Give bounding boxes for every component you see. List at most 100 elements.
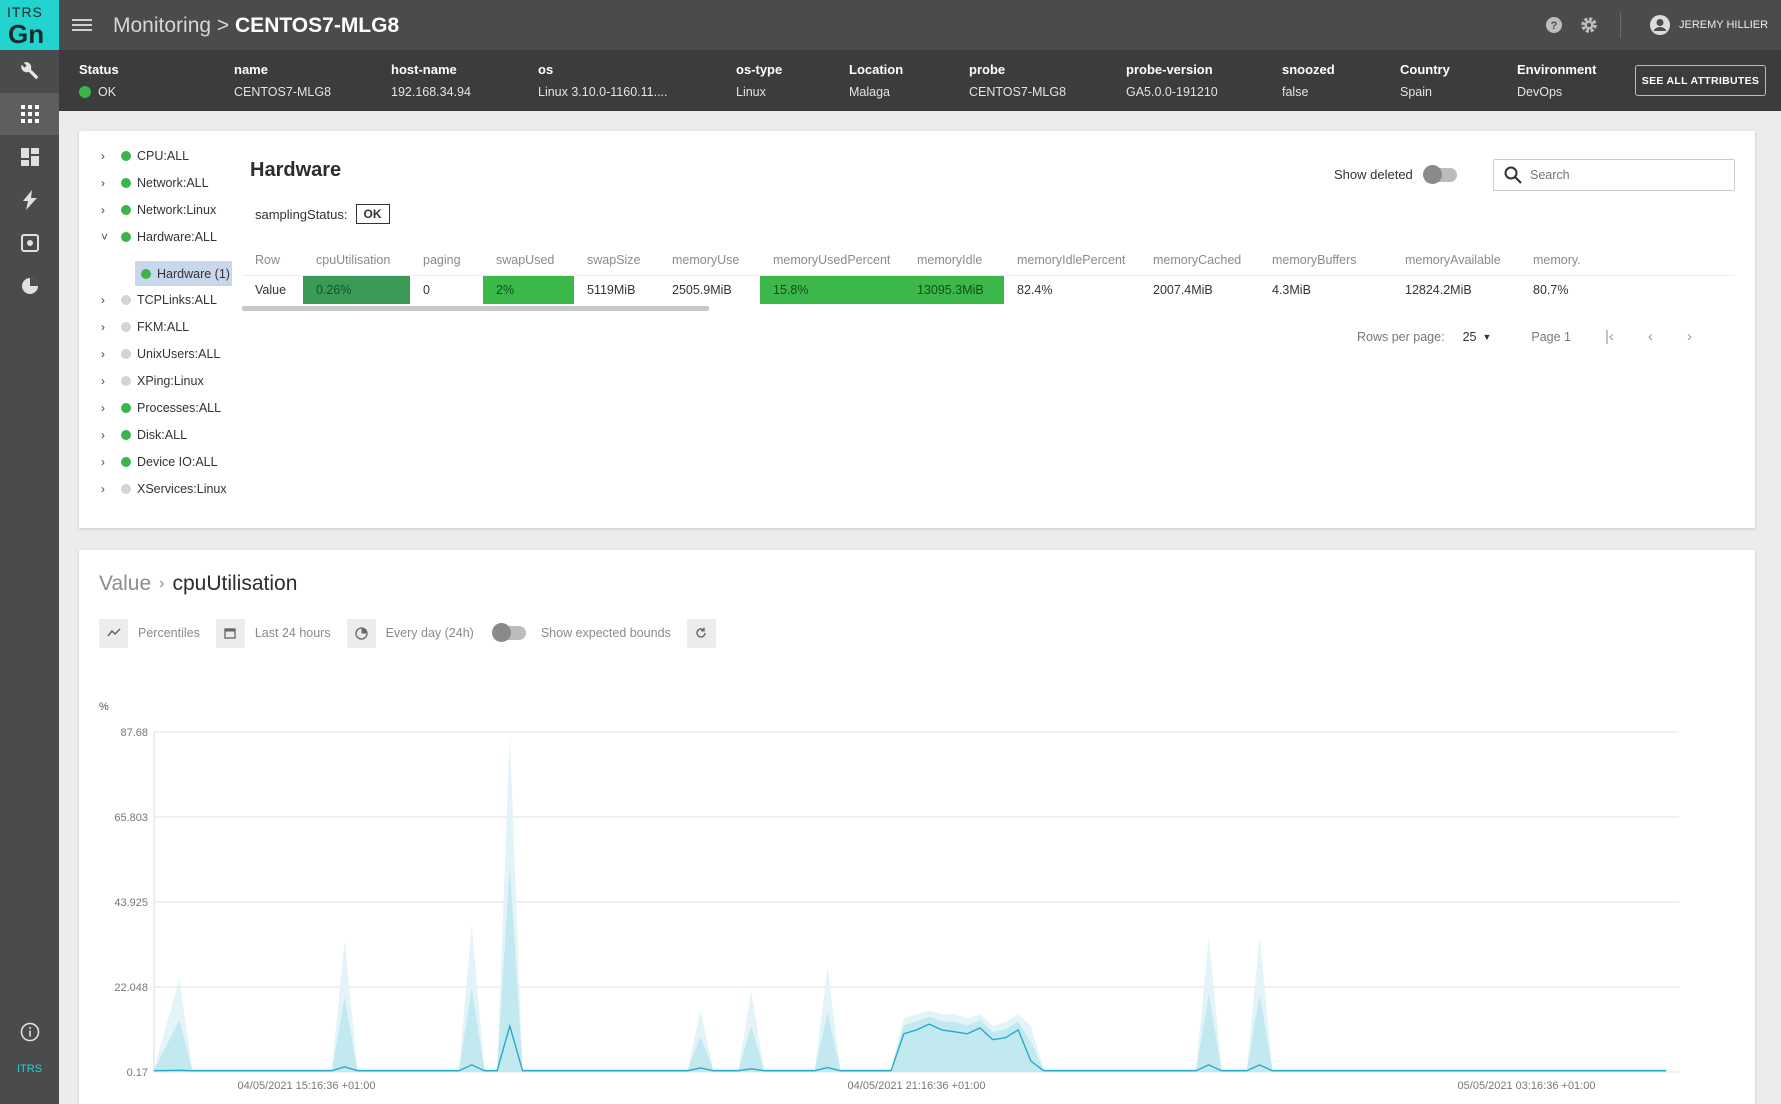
x-tick-label: 04/05/2021 15:16:36 +01:00: [238, 1080, 376, 1092]
attr-value: GA5.0.0-191210: [1126, 85, 1218, 99]
hamburger-menu-icon[interactable]: [71, 14, 93, 36]
help-icon[interactable]: ?: [1545, 16, 1563, 39]
tree-item-label: FKM:ALL: [137, 320, 190, 334]
first-page-icon[interactable]: |‹: [1605, 328, 1614, 345]
status-ok-icon: [79, 86, 91, 98]
attr-value: false: [1282, 85, 1309, 99]
table-cell[interactable]: 2505.9MiB: [659, 275, 760, 304]
horizontal-scrollbar[interactable]: [242, 306, 709, 311]
chevron-right-icon[interactable]: ›: [101, 374, 115, 388]
table-cell[interactable]: 15.8%: [760, 275, 904, 304]
chevron-right-icon[interactable]: ›: [101, 401, 115, 415]
page-indicator: Page 1: [1531, 329, 1572, 344]
settings-box-icon[interactable]: [0, 222, 59, 264]
show-deleted-toggle[interactable]: Show deleted: [1334, 164, 1457, 184]
status-dot-icon: [121, 322, 131, 332]
see-all-attributes-button[interactable]: SEE ALL ATTRIBUTES: [1635, 65, 1766, 96]
chevron-down-icon[interactable]: ˅: [101, 230, 115, 244]
y-tick-label: 22.048: [114, 982, 148, 994]
lightning-icon[interactable]: [0, 179, 59, 221]
dashboard-icon[interactable]: [0, 136, 59, 178]
attr-country: Country Spain: [1400, 62, 1450, 99]
chevron-right-icon[interactable]: ›: [101, 293, 115, 307]
info-icon[interactable]: [0, 1011, 59, 1053]
tree-item[interactable]: › Network:ALL: [101, 172, 209, 194]
column-header[interactable]: memory.: [1520, 246, 1735, 274]
attr-key: probe: [969, 62, 1006, 77]
column-header[interactable]: memoryBuffers: [1259, 246, 1392, 274]
tree-item[interactable]: › UnixUsers:ALL: [101, 343, 220, 365]
status-dot-icon: [121, 295, 131, 305]
table-cell[interactable]: 5119MiB: [574, 275, 659, 304]
column-header[interactable]: paging: [410, 246, 483, 274]
user-menu[interactable]: JEREMY HILLIER: [1649, 14, 1768, 36]
column-header[interactable]: memoryUsedPercent: [760, 246, 904, 274]
column-header[interactable]: memoryIdle: [904, 246, 1004, 274]
tree-item[interactable]: ˅ Hardware:ALL: [101, 226, 217, 248]
table-cell[interactable]: 2007.4MiB: [1140, 275, 1259, 304]
chevron-right-icon[interactable]: ›: [101, 347, 115, 361]
chevron-right-icon[interactable]: ›: [101, 203, 115, 217]
next-page-icon[interactable]: ›: [1687, 328, 1692, 345]
table-cell[interactable]: 13095.3MiB: [904, 275, 1004, 304]
table-cell[interactable]: Value: [242, 275, 303, 304]
table-cell[interactable]: 80.7%: [1520, 275, 1735, 304]
table-cell[interactable]: 0.26%: [303, 275, 410, 304]
column-header[interactable]: swapUsed: [483, 246, 574, 274]
tree-item[interactable]: › CPU:ALL: [101, 145, 189, 167]
table-cell[interactable]: 4.3MiB: [1259, 275, 1392, 304]
breadcrumb-section[interactable]: Monitoring: [113, 14, 211, 37]
tree-item[interactable]: › TCPLinks:ALL: [101, 289, 217, 311]
table-cell[interactable]: 0: [410, 275, 483, 304]
chevron-right-icon[interactable]: ›: [101, 482, 115, 496]
attr-probe: probe CENTOS7-MLG8: [969, 62, 1066, 99]
wrench-icon[interactable]: [0, 50, 59, 92]
table-cell[interactable]: 82.4%: [1004, 275, 1140, 304]
rows-per-page-select[interactable]: 25 ▼: [1463, 330, 1492, 344]
rows-per-page-value: 25: [1462, 329, 1477, 344]
tree-item-label: CPU:ALL: [137, 149, 190, 163]
tree-item[interactable]: › XPing:Linux: [101, 370, 204, 392]
tree-item[interactable]: › Device IO:ALL: [101, 451, 218, 473]
chevron-right-icon[interactable]: ›: [101, 320, 115, 334]
tree-item-label: Hardware (1): [157, 266, 230, 281]
column-header[interactable]: memoryIdlePercent: [1004, 246, 1140, 274]
tree-item[interactable]: › Disk:ALL: [101, 424, 187, 446]
table-cell[interactable]: 12824.2MiB: [1392, 275, 1520, 304]
pie-chart-icon[interactable]: [0, 265, 59, 307]
search-input[interactable]: [1530, 168, 1710, 182]
status-dot-icon: [121, 430, 131, 440]
column-header[interactable]: Row: [242, 246, 303, 274]
tree-item[interactable]: › Network:Linux: [101, 199, 216, 221]
chevron-right-icon[interactable]: ›: [101, 149, 115, 163]
column-header[interactable]: memoryUse: [659, 246, 760, 274]
column-header[interactable]: memoryCached: [1140, 246, 1259, 274]
prev-page-icon[interactable]: ‹: [1648, 328, 1653, 345]
tree-item-selected[interactable]: Hardware (1): [135, 261, 232, 286]
column-header[interactable]: cpuUtilisation: [303, 246, 410, 274]
itrs-logo[interactable]: ITRS Gn: [0, 0, 59, 50]
column-header[interactable]: swapSize: [574, 246, 659, 274]
table-cell[interactable]: 2%: [483, 275, 574, 304]
gear-icon[interactable]: [1580, 16, 1598, 39]
chevron-right-icon[interactable]: ›: [101, 176, 115, 190]
tree-item[interactable]: › Processes:ALL: [101, 397, 221, 419]
chevron-right-icon[interactable]: ›: [101, 428, 115, 442]
column-header[interactable]: memoryAvailable: [1392, 246, 1520, 274]
grid-icon[interactable]: [0, 93, 59, 135]
svg-text:?: ?: [1551, 20, 1558, 32]
inner-percentile-band: [154, 865, 1667, 1072]
dataview-panel: › CPU:ALL › Network:ALL › Network:Linux ˅ Ha…: [79, 131, 1755, 528]
attr-value: Malaga: [849, 85, 890, 99]
status-dot-icon: [121, 457, 131, 467]
tree-item-label: TCPLinks:ALL: [137, 293, 217, 307]
tree-item-label: Hardware:ALL: [137, 230, 217, 244]
tree-item[interactable]: › FKM:ALL: [101, 316, 189, 338]
tree-item[interactable]: › XServices:Linux: [101, 478, 227, 500]
attr-host-name: host-name 192.168.34.94: [391, 62, 471, 99]
tree-item-label: Network:Linux: [137, 203, 217, 217]
search-field[interactable]: [1493, 159, 1735, 191]
attr-value: 192.168.34.94: [391, 85, 471, 99]
toggle-switch[interactable]: [1422, 164, 1457, 184]
chevron-right-icon[interactable]: ›: [101, 455, 115, 469]
